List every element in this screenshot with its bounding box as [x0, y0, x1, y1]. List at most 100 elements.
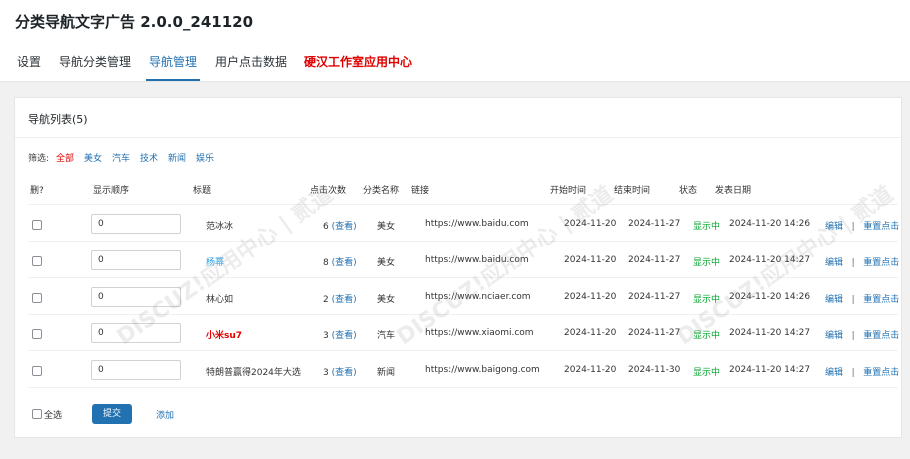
col-start: 开始时间	[550, 186, 587, 196]
row-end-date: 2024-11-30	[628, 364, 681, 375]
row-clicks: 6 (查看)	[323, 219, 357, 232]
row-click-count: 3	[323, 367, 329, 378]
action-separator: |	[851, 258, 855, 269]
row-delete-checkbox[interactable]	[32, 365, 42, 376]
tab-nav-manage[interactable]: 导航管理	[146, 52, 201, 81]
row-start-date: 2024-11-20	[564, 328, 617, 339]
filter-label: 筛选:	[28, 154, 50, 164]
tab-click-data[interactable]: 用户点击数据	[215, 52, 287, 81]
tab-category-manage[interactable]: 导航分类管理	[59, 52, 131, 81]
table-row: 0 特朗普赢得2024年大选 3 (查看) 新闻 https://www.baigong…	[28, 352, 899, 388]
select-all-checkbox[interactable]	[32, 409, 42, 419]
row-link: https://www.nciaer.com	[425, 291, 531, 302]
row-delete-checkbox[interactable]	[32, 220, 42, 230]
reset-clicks-link[interactable]: 重置点击	[863, 258, 899, 268]
submit-button[interactable]: 提交	[92, 404, 132, 424]
row-click-count: 3	[323, 331, 329, 342]
row-title: 杨幂	[206, 258, 225, 269]
row-actions: 编辑 | 重置点击	[825, 328, 899, 341]
row-actions: 编辑 | 重置点击	[825, 365, 899, 378]
edit-link[interactable]: 编辑	[825, 295, 843, 305]
row-posted-date: 2024-11-20 14:27	[729, 328, 811, 339]
row-click-count: 2	[323, 294, 329, 305]
row-link: https://www.baigong.com	[425, 364, 540, 375]
row-delete-checkbox[interactable]	[32, 329, 42, 340]
table-row: 0 小米su7 3 (查看) 汽车 https://www.xiaomi.com 2024…	[28, 315, 899, 352]
col-status: 状态	[679, 186, 698, 196]
row-start-date: 2024-11-20	[564, 291, 617, 302]
row-category: 汽车	[377, 331, 396, 342]
card-title: 导航列表(5)	[28, 113, 88, 126]
filter-tech[interactable]: 技术	[140, 151, 158, 164]
action-separator: |	[851, 367, 855, 378]
order-input[interactable]: 0	[91, 250, 181, 271]
view-clicks-link[interactable]: (查看)	[332, 331, 357, 341]
filter-all[interactable]: 全部	[56, 151, 74, 164]
reset-clicks-link[interactable]: 重置点击	[863, 295, 899, 305]
table-header: 删? 显示顺序 标题 点击次数 分类名称 链接 开始时间 结束时间 状态 发表日…	[28, 171, 898, 205]
select-all-label: 全选	[44, 411, 63, 421]
view-clicks-link[interactable]: (查看)	[332, 295, 357, 305]
col-category: 分类名称	[363, 186, 400, 196]
reset-clicks-link[interactable]: 重置点击	[863, 368, 899, 378]
row-delete-checkbox[interactable]	[32, 256, 42, 267]
edit-link[interactable]: 编辑	[825, 258, 843, 268]
col-link: 链接	[411, 186, 430, 196]
order-input[interactable]: 0	[91, 286, 181, 307]
row-status: 显示中	[693, 331, 721, 342]
reset-clicks-link[interactable]: 重置点击	[863, 222, 899, 232]
row-actions: 编辑 | 重置点击	[825, 292, 899, 305]
row-title: 范冰冰	[206, 222, 234, 232]
row-clicks: 2 (查看)	[323, 292, 357, 305]
row-posted-date: 2024-11-20 14:26	[729, 291, 811, 302]
tab-app-center[interactable]: 硬汉工作室应用中心	[304, 52, 412, 81]
order-input[interactable]: 0	[91, 214, 181, 234]
row-end-date: 2024-11-27	[628, 328, 681, 339]
action-separator: |	[851, 294, 855, 305]
row-status: 显示中	[693, 258, 721, 269]
filter-car[interactable]: 汽车	[112, 151, 130, 164]
top-bar: 分类导航文字广告 2.0.0_241120 设置 导航分类管理 导航管理 用户点…	[0, 0, 910, 82]
row-posted-date: 2024-11-20 14:26	[729, 219, 811, 229]
row-posted-date: 2024-11-20 14:27	[729, 255, 811, 266]
row-click-count: 8	[323, 258, 329, 269]
row-end-date: 2024-11-27	[628, 291, 681, 302]
row-status: 显示中	[693, 222, 721, 232]
table-row: 0 杨幂 8 (查看) 美女 https://www.baidu.com 2024-11-…	[28, 242, 899, 279]
view-clicks-link[interactable]: (查看)	[332, 368, 357, 378]
col-posted: 发表日期	[715, 186, 752, 196]
view-clicks-link[interactable]: (查看)	[332, 222, 357, 232]
table-row: 0 林心如 2 (查看) 美女 https://www.nciaer.com 2024-1…	[28, 279, 899, 315]
filter-news[interactable]: 新闻	[168, 151, 186, 164]
card-header: 导航列表(5)	[15, 98, 901, 138]
order-input[interactable]: 0	[91, 323, 181, 344]
filter-entertainment[interactable]: 娱乐	[196, 151, 214, 164]
edit-link[interactable]: 编辑	[825, 331, 843, 341]
table-footer: 全选 提交 添加	[28, 401, 328, 424]
app-title: 分类导航文字广告 2.0.0_241120	[15, 13, 254, 31]
action-separator: |	[851, 222, 855, 232]
row-start-date: 2024-11-20	[564, 219, 617, 229]
row-status: 显示中	[693, 294, 721, 305]
edit-link[interactable]: 编辑	[825, 222, 843, 232]
row-category: 新闻	[377, 367, 396, 378]
row-posted-date: 2024-11-20 14:27	[729, 364, 811, 375]
row-clicks: 8 (查看)	[323, 255, 357, 268]
order-input[interactable]: 0	[91, 359, 181, 380]
reset-clicks-link[interactable]: 重置点击	[863, 331, 899, 341]
table-row: 0 范冰冰 6 (查看) 美女 https://www.baidu.com 2024-11…	[28, 206, 899, 242]
row-delete-checkbox[interactable]	[32, 292, 42, 303]
col-clicks: 点击次数	[310, 186, 347, 196]
add-link[interactable]: 添加	[156, 408, 174, 421]
view-clicks-link[interactable]: (查看)	[332, 258, 357, 268]
edit-link[interactable]: 编辑	[825, 368, 843, 378]
row-category: 美女	[377, 222, 396, 232]
filter-beauty[interactable]: 美女	[84, 151, 102, 164]
row-title: 小米su7	[206, 331, 243, 342]
row-link: https://www.baidu.com	[425, 219, 529, 229]
col-title: 标题	[193, 186, 212, 196]
tab-settings[interactable]: 设置	[17, 52, 41, 81]
row-end-date: 2024-11-27	[628, 255, 681, 266]
row-clicks: 3 (查看)	[323, 328, 357, 341]
row-title: 特朗普赢得2024年大选	[206, 367, 301, 378]
